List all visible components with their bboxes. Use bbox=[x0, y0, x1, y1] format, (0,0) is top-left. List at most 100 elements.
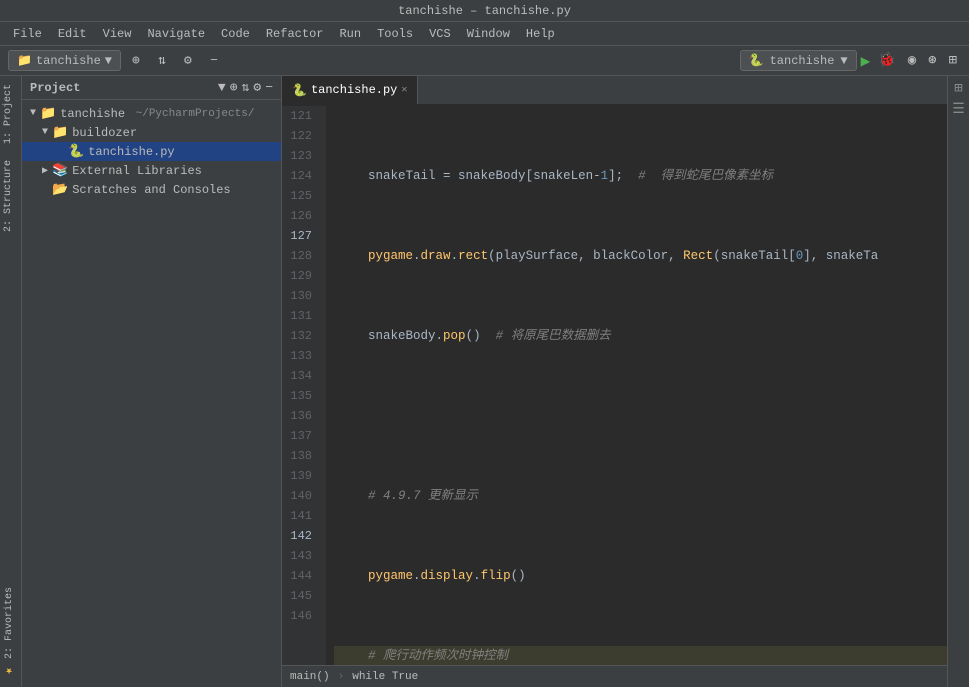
folder-extlibs-icon: 📚 bbox=[52, 163, 68, 178]
tree-item-buildozer[interactable]: ▼ 📁 buildozer bbox=[22, 123, 281, 142]
tabs-bar: 🐍 tanchishe.py ✕ bbox=[282, 76, 947, 106]
line-num-137: 137 bbox=[282, 426, 320, 446]
line-num-146: 146 bbox=[282, 606, 320, 626]
right-tool-btn-1[interactable]: ⊞ bbox=[954, 80, 962, 97]
project-dropdown[interactable]: 📁 tanchishe ▼ bbox=[8, 50, 121, 71]
tree-arrow-root: ▼ bbox=[30, 108, 36, 119]
tree-arrow-ext-libs: ▶ bbox=[42, 165, 48, 177]
line-numbers: 121 122 123 124 125 126 127 128 129 130 … bbox=[282, 106, 326, 665]
sidebar-item-favorites[interactable]: ★ 2: Favorites bbox=[0, 579, 21, 687]
project-sync-icon[interactable]: ⇅ bbox=[242, 80, 250, 95]
sync-btn[interactable]: ⇅ bbox=[151, 50, 173, 72]
project-title: Project bbox=[30, 81, 214, 95]
line-num-140: 140 bbox=[282, 486, 320, 506]
line-num-139: 139 bbox=[282, 466, 320, 486]
line-num-144: 144 bbox=[282, 566, 320, 586]
file-tree: ▼ 📁 tanchishe ~/PycharmProjects/ ▼ 📁 bui… bbox=[22, 100, 281, 687]
line-num-131: 131 bbox=[282, 306, 320, 326]
settings-btn[interactable]: ⚙ bbox=[177, 50, 199, 72]
code-line-122: pygame.draw.rect(playSurface, blackColor… bbox=[334, 246, 947, 266]
tree-arrow-scratches bbox=[42, 184, 48, 195]
code-editor[interactable]: 121 122 123 124 125 126 127 128 129 130 … bbox=[282, 106, 947, 665]
menu-bar: File Edit View Navigate Code Refactor Ru… bbox=[0, 22, 969, 46]
chevron-down-icon: ▼ bbox=[105, 54, 112, 68]
tree-item-external-libs[interactable]: ▶ 📚 External Libraries bbox=[22, 161, 281, 180]
line-num-126: 126 bbox=[282, 206, 320, 226]
menu-tools[interactable]: Tools bbox=[370, 25, 420, 43]
line-num-124: 124 bbox=[282, 166, 320, 186]
code-line-126: pygame.display.flip() bbox=[334, 566, 947, 586]
project-chevron[interactable]: ▼ bbox=[218, 80, 226, 95]
line-num-122: 122 bbox=[282, 126, 320, 146]
menu-vcs[interactable]: VCS bbox=[422, 25, 458, 43]
line-num-134: 134 bbox=[282, 366, 320, 386]
tree-arrow-file bbox=[58, 146, 64, 157]
line-num-133: 133 bbox=[282, 346, 320, 366]
line-num-129: 129 bbox=[282, 266, 320, 286]
tree-arrow-buildozer: ▼ bbox=[42, 127, 48, 138]
menu-help[interactable]: Help bbox=[519, 25, 562, 43]
sidebar-item-project[interactable]: 1: Project bbox=[0, 76, 21, 152]
project-name: tanchishe bbox=[36, 54, 101, 68]
left-side-tools: 1: Project 2: Structure ★ 2: Favorites bbox=[0, 76, 22, 687]
line-num-121: 121 bbox=[282, 106, 320, 126]
menu-navigate[interactable]: Navigate bbox=[140, 25, 212, 43]
line-num-132: 132 bbox=[282, 326, 320, 346]
line-num-138: 138 bbox=[282, 446, 320, 466]
project-header: Project ▼ ⊕ ⇅ ⚙ − bbox=[22, 76, 281, 100]
code-line-121: snakeTail = snakeBody[snakeLen-1]; # 得到蛇… bbox=[334, 166, 947, 186]
debug-button[interactable]: 🐞 bbox=[874, 50, 899, 71]
line-num-135: 135 bbox=[282, 386, 320, 406]
menu-file[interactable]: File bbox=[6, 25, 49, 43]
coverage-button[interactable]: ◉ bbox=[904, 50, 920, 71]
folder-icon: 📁 bbox=[17, 53, 32, 68]
status-bar: main() › while True bbox=[282, 665, 947, 687]
breadcrumb-main: main() bbox=[290, 671, 330, 683]
tree-item-tanchishe-py[interactable]: 🐍 tanchishe.py bbox=[22, 142, 281, 161]
sidebar-item-structure[interactable]: 2: Structure bbox=[0, 152, 21, 240]
tree-item-scratches[interactable]: 📂 Scratches and Consoles bbox=[22, 180, 281, 199]
add-btn[interactable]: ⊕ bbox=[125, 50, 147, 72]
profile-button[interactable]: ⊛ bbox=[924, 50, 940, 71]
run-config-chevron: ▼ bbox=[840, 54, 847, 68]
right-tool-btn-2[interactable]: ☰ bbox=[952, 101, 965, 118]
folder-root-icon: 📁 bbox=[40, 106, 56, 121]
line-num-128: 128 bbox=[282, 246, 320, 266]
run-button[interactable]: ▶ bbox=[861, 51, 871, 71]
project-add-icon[interactable]: ⊕ bbox=[230, 80, 238, 95]
menu-view[interactable]: View bbox=[96, 25, 139, 43]
tab-close-btn[interactable]: ✕ bbox=[401, 84, 407, 96]
right-side-tools: ⊞ ☰ bbox=[947, 76, 969, 687]
collapse-btn[interactable]: − bbox=[203, 50, 225, 72]
menu-edit[interactable]: Edit bbox=[51, 25, 94, 43]
toolbar: 📁 tanchishe ▼ ⊕ ⇅ ⚙ − 🐍 tanchishe ▼ ▶ 🐞 … bbox=[0, 46, 969, 76]
tab-tanchishe-py[interactable]: 🐍 tanchishe.py ✕ bbox=[282, 76, 418, 104]
run-config-dropdown[interactable]: 🐍 tanchishe ▼ bbox=[740, 50, 857, 71]
code-content[interactable]: snakeTail = snakeBody[snakeLen-1]; # 得到蛇… bbox=[326, 106, 947, 665]
line-num-143: 143 bbox=[282, 546, 320, 566]
breadcrumb-sep: › bbox=[338, 671, 345, 683]
folder-scratches-icon: 📂 bbox=[52, 182, 68, 197]
menu-run[interactable]: Run bbox=[332, 25, 368, 43]
line-num-130: 130 bbox=[282, 286, 320, 306]
project-settings-icon[interactable]: ⚙ bbox=[253, 80, 261, 95]
project-collapse-icon[interactable]: − bbox=[265, 80, 273, 95]
code-line-124 bbox=[334, 406, 947, 426]
run-config-name: tanchishe bbox=[770, 54, 835, 68]
line-num-141: 141 bbox=[282, 506, 320, 526]
tree-item-tanchishe-root[interactable]: ▼ 📁 tanchishe ~/PycharmProjects/ bbox=[22, 104, 281, 123]
line-num-125: 125 bbox=[282, 186, 320, 206]
tab-label: tanchishe.py bbox=[311, 83, 397, 97]
menu-window[interactable]: Window bbox=[460, 25, 517, 43]
main-area: 1: Project 2: Structure ★ 2: Favorites P… bbox=[0, 76, 969, 687]
line-num-123: 123 bbox=[282, 146, 320, 166]
breadcrumb-while-true: while True bbox=[352, 671, 418, 683]
title-text: tanchishe – tanchishe.py bbox=[398, 4, 571, 18]
python-run-icon: 🐍 bbox=[749, 53, 764, 68]
code-line-123: snakeBody.pop() # 将原尾巴数据删去 bbox=[334, 326, 947, 346]
menu-refactor[interactable]: Refactor bbox=[259, 25, 331, 43]
concurrency-button[interactable]: ⊞ bbox=[945, 50, 961, 71]
menu-code[interactable]: Code bbox=[214, 25, 257, 43]
project-panel: Project ▼ ⊕ ⇅ ⚙ − ▼ 📁 tanchishe ~/Pychar… bbox=[22, 76, 282, 687]
tab-python-icon: 🐍 bbox=[292, 83, 307, 98]
